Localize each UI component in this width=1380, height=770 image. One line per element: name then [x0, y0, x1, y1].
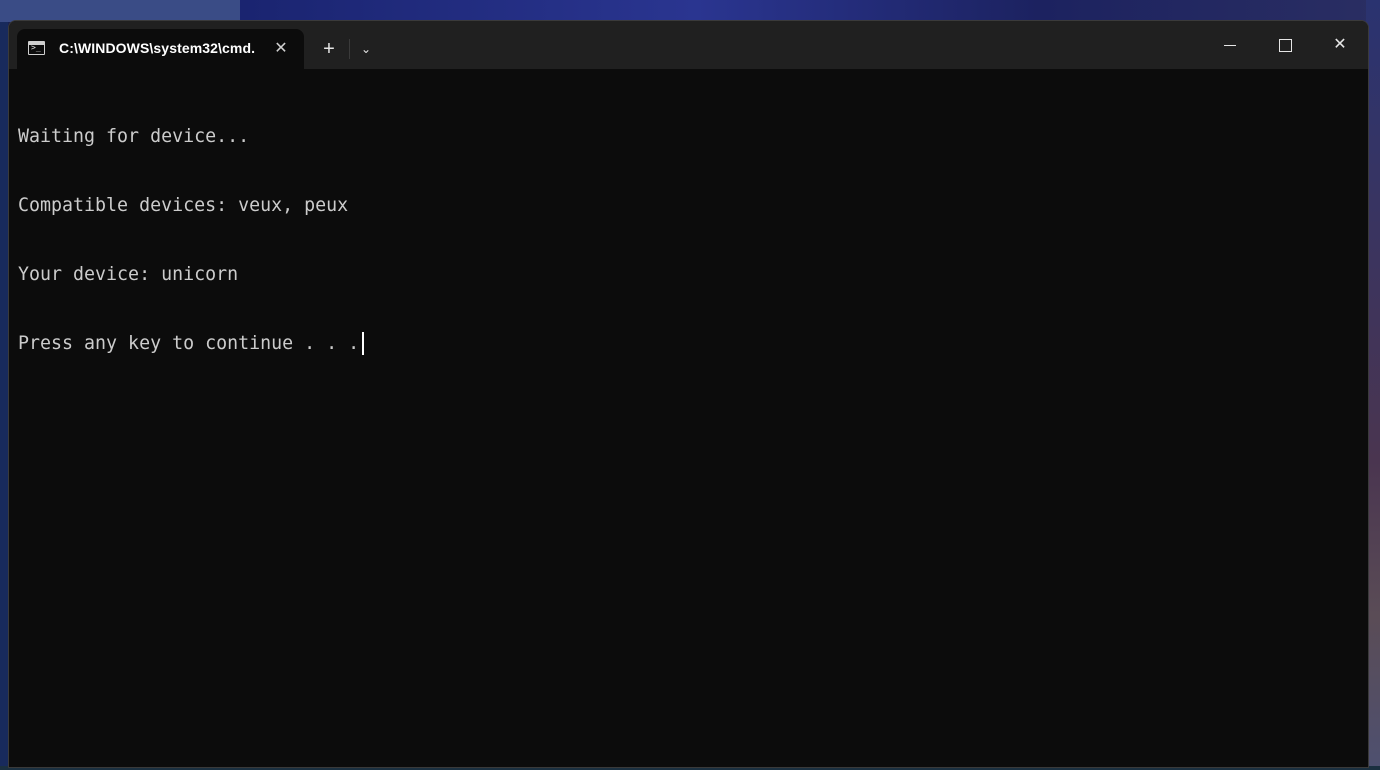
maximize-icon	[1279, 39, 1292, 52]
chevron-down-icon[interactable]: ⌄	[355, 35, 377, 63]
tab-cmd[interactable]: >_ C:\WINDOWS\system32\cmd. ✕	[17, 29, 304, 69]
console-line: Press any key to continue . . .	[18, 333, 360, 354]
desktop-wallpaper-left	[0, 0, 8, 770]
new-tab-button[interactable]: +	[315, 35, 343, 63]
desktop-wallpaper-top-left	[0, 0, 240, 22]
console-line: Waiting for device...	[18, 126, 250, 147]
close-icon: ✕	[1333, 36, 1347, 53]
terminal-icon: >_	[28, 41, 45, 55]
console-prompt-line: Press any key to continue . . .	[18, 332, 1348, 355]
close-tab-icon[interactable]: ✕	[269, 37, 293, 61]
minimize-button[interactable]	[1202, 21, 1258, 69]
terminal-window: >_ C:\WINDOWS\system32\cmd. ✕ + ⌄ ✕ Wait…	[8, 20, 1369, 768]
console-output[interactable]: Waiting for device... Compatible devices…	[18, 79, 1348, 739]
text-cursor	[362, 332, 365, 355]
title-bar[interactable]: >_ C:\WINDOWS\system32\cmd. ✕ + ⌄ ✕	[9, 21, 1368, 69]
console-line: Compatible devices: veux, peux	[18, 195, 349, 216]
minimize-icon	[1224, 45, 1236, 46]
close-window-button[interactable]: ✕	[1312, 21, 1368, 69]
console-line: Your device: unicorn	[18, 264, 239, 285]
tab-divider	[349, 39, 350, 59]
desktop-wallpaper-top	[240, 0, 1380, 22]
tab-title: C:\WINDOWS\system32\cmd.	[59, 40, 256, 56]
maximize-button[interactable]	[1258, 21, 1314, 69]
